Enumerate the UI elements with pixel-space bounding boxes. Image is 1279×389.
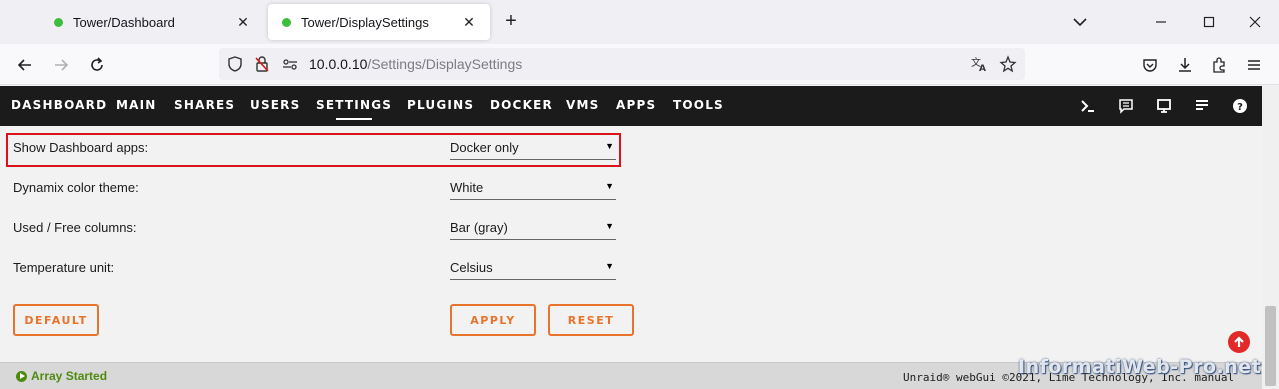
color-theme-label: Dynamix color theme:: [13, 180, 139, 195]
url-path: /Settings/DisplaySettings: [367, 56, 523, 72]
close-window-icon[interactable]: [1243, 10, 1267, 34]
url-text[interactable]: 10.0.0.10/Settings/DisplaySettings: [309, 56, 522, 72]
favicon-icon: [54, 17, 63, 27]
menu-vms[interactable]: VMS: [566, 98, 599, 112]
tab-title: Tower/DisplaySettings: [301, 14, 429, 30]
main-menu: DASHBOARD MAIN SHARES USERS SETTINGS PLU…: [0, 86, 1262, 126]
extensions-icon[interactable]: [1206, 52, 1232, 78]
pocket-icon[interactable]: [1137, 52, 1163, 78]
translate-icon[interactable]: 文A: [969, 54, 989, 74]
menu-settings[interactable]: SETTINGS: [316, 98, 392, 120]
menu-docker[interactable]: DOCKER: [490, 98, 553, 112]
temperature-unit-label: Temperature unit:: [13, 260, 115, 275]
svg-text:?: ?: [1237, 102, 1243, 113]
page-scrollbar[interactable]: [1262, 86, 1279, 389]
reset-button[interactable]: RESET: [548, 304, 634, 336]
minimize-icon[interactable]: [1149, 10, 1173, 34]
insecure-lock-icon[interactable]: [252, 54, 272, 74]
terminal-icon[interactable]: [1078, 96, 1098, 116]
downloads-icon[interactable]: [1172, 52, 1198, 78]
favicon-icon: [282, 17, 291, 27]
svg-text:A: A: [979, 64, 986, 73]
site-permissions-icon[interactable]: [280, 54, 300, 74]
select-value: Docker only: [450, 140, 519, 155]
menu-users[interactable]: USERS: [250, 98, 300, 112]
dropdown-arrow-icon: ▼: [605, 221, 614, 231]
maximize-icon[interactable]: [1197, 10, 1221, 34]
new-tab-button[interactable]: +: [500, 10, 522, 32]
back-icon[interactable]: [12, 52, 38, 78]
tab-title: Tower/Dashboard: [73, 14, 175, 30]
menu-dashboard[interactable]: DASHBOARD: [11, 98, 107, 112]
menu-plugins[interactable]: PLUGINS: [407, 98, 474, 112]
tab-display-settings[interactable]: Tower/DisplaySettings ✕: [268, 4, 490, 40]
scrollbar-thumb[interactable]: [1265, 306, 1276, 386]
browser-tab-strip: Tower/Dashboard ✕ Tower/DisplaySettings …: [0, 0, 1279, 44]
navigation-toolbar: 10.0.0.10/Settings/DisplaySettings 文A: [0, 44, 1279, 85]
select-value: Bar (gray): [450, 220, 508, 235]
menu-shares[interactable]: SHARES: [174, 98, 235, 112]
default-button[interactable]: DEFAULT: [13, 304, 99, 336]
app-menu-icon[interactable]: [1241, 52, 1267, 78]
watermark: InformatiWeb-Pro.net: [1018, 356, 1262, 378]
select-value: White: [450, 180, 484, 195]
reload-icon[interactable]: [84, 52, 110, 78]
forward-icon[interactable]: [48, 52, 74, 78]
bookmark-star-icon[interactable]: [998, 54, 1018, 74]
color-theme-select[interactable]: White ▼: [450, 178, 616, 200]
help-icon[interactable]: ?: [1230, 96, 1250, 116]
show-dashboard-apps-select[interactable]: Docker only ▼: [450, 138, 616, 160]
dropdown-arrow-icon: ▼: [605, 141, 614, 151]
menu-apps[interactable]: APPS: [616, 98, 656, 112]
log-icon[interactable]: [1116, 96, 1136, 116]
monitor-icon[interactable]: [1154, 96, 1174, 116]
apply-button[interactable]: APPLY: [450, 304, 536, 336]
tab-dashboard[interactable]: Tower/Dashboard ✕: [40, 4, 264, 40]
scroll-to-top-icon[interactable]: [1228, 331, 1250, 353]
used-free-columns-select[interactable]: Bar (gray) ▼: [450, 218, 616, 240]
tab-close-icon[interactable]: ✕: [460, 13, 478, 31]
tab-close-icon[interactable]: ✕: [234, 13, 252, 31]
array-status-text: Array Started: [31, 369, 108, 383]
menu-tools[interactable]: TOOLS: [673, 98, 724, 112]
shield-icon[interactable]: [225, 54, 245, 74]
select-value: Celsius: [450, 260, 493, 275]
menu-main[interactable]: MAIN: [116, 98, 157, 112]
list-all-tabs-icon[interactable]: [1070, 12, 1090, 32]
feedback-icon[interactable]: [1192, 96, 1212, 116]
url-host: 10.0.0.10: [309, 56, 368, 72]
array-status: Array Started: [16, 369, 107, 383]
used-free-columns-label: Used / Free columns:: [13, 220, 137, 235]
dropdown-arrow-icon: ▼: [605, 261, 614, 271]
play-circle-icon: [16, 370, 27, 382]
address-bar[interactable]: 10.0.0.10/Settings/DisplaySettings 文A: [219, 48, 1025, 80]
dropdown-arrow-icon: ▼: [605, 181, 614, 191]
show-dashboard-apps-label: Show Dashboard apps:: [13, 140, 149, 155]
temperature-unit-select[interactable]: Celsius ▼: [450, 258, 616, 280]
